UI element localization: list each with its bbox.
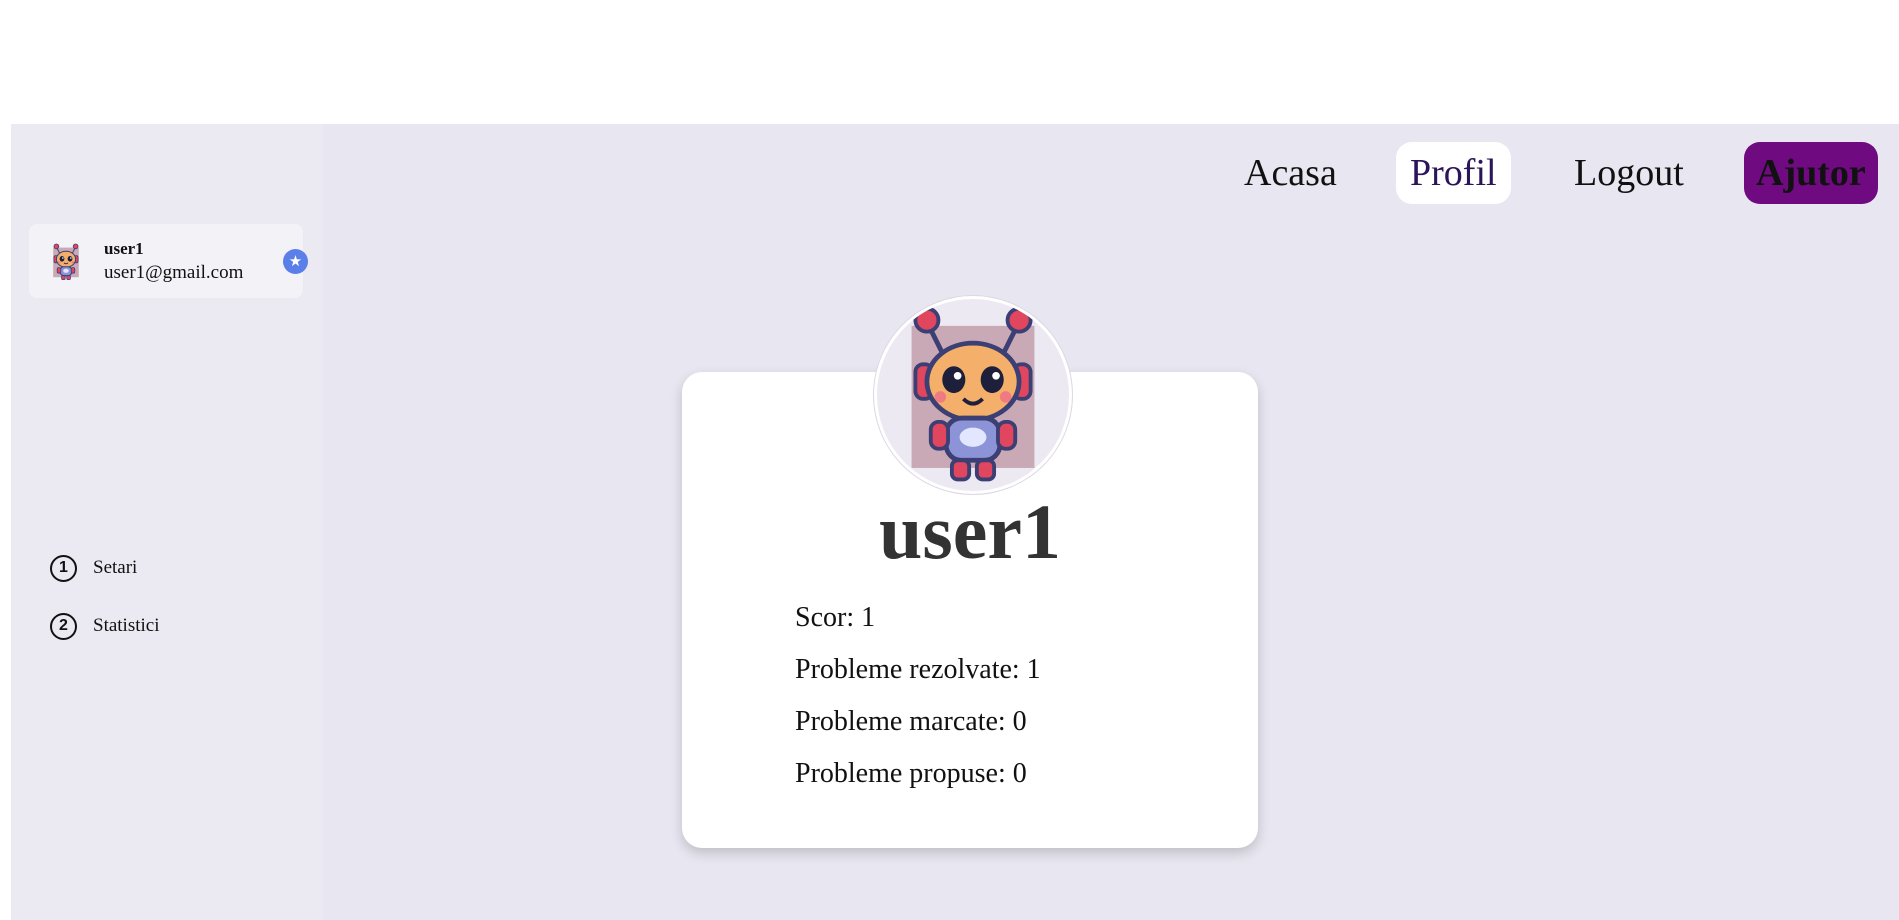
- user-card-name: user1: [104, 239, 144, 258]
- profile-avatar: [874, 296, 1072, 494]
- stat-marked: Probleme marcate: 0: [795, 706, 1027, 737]
- stat-solved: Probleme rezolvate: 1: [795, 654, 1041, 685]
- star-icon: ★: [283, 249, 308, 274]
- nav-ajutor-button[interactable]: Ajutor: [1744, 142, 1878, 204]
- stat-proposed: Probleme propuse: 0: [795, 758, 1027, 789]
- number-1-icon: 1: [50, 554, 77, 582]
- sidebar-item-setari[interactable]: 1 Setari: [50, 552, 137, 584]
- sidebar-item-label: Statistici: [93, 615, 160, 636]
- profile-username: user1: [879, 488, 1061, 575]
- sidebar-item-statistici[interactable]: 2 Statistici: [50, 610, 160, 642]
- number-2-icon: 2: [50, 612, 77, 640]
- user-card[interactable]: user1 user1@gmail.com ★: [29, 224, 308, 298]
- sidebar-item-label: Setari: [93, 557, 138, 578]
- nav-acasa-link[interactable]: Acasa: [1230, 142, 1351, 204]
- nav-profil-link[interactable]: Profil: [1396, 142, 1511, 204]
- robot-avatar-icon: [46, 242, 86, 282]
- stat-score: Scor: 1: [795, 602, 876, 633]
- robot-avatar-icon: [877, 299, 1069, 491]
- sidebar: user1 user1@gmail.com ★ 1 Setari 2 Stati…: [11, 124, 323, 920]
- nav-logout-link[interactable]: Logout: [1560, 142, 1698, 204]
- user-card-email: user1@gmail.com: [104, 262, 244, 283]
